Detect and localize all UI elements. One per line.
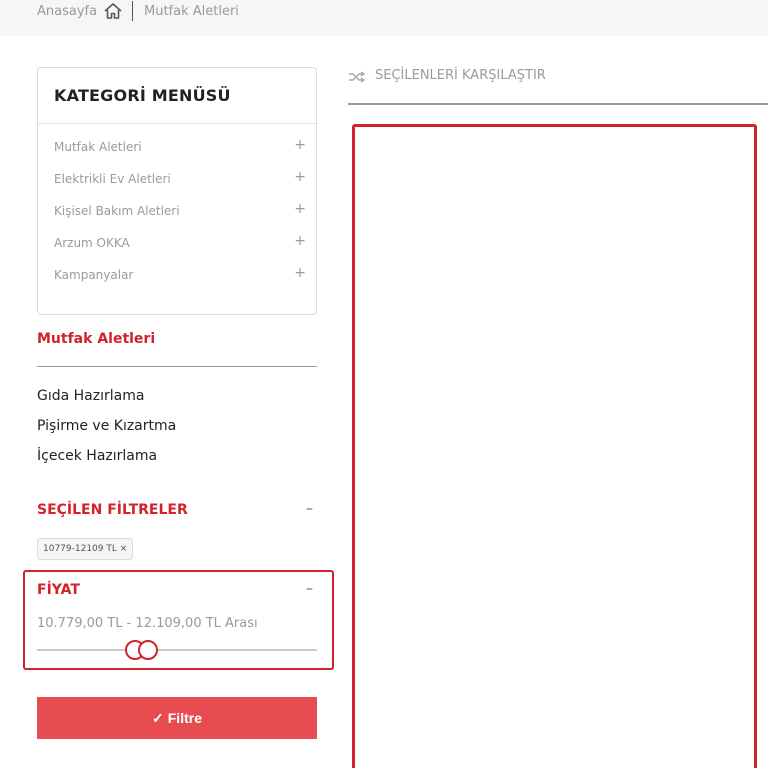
subcategory-icecek-hazirlama[interactable]: İçecek Hazırlama bbox=[37, 448, 157, 464]
shuffle-compare-icon[interactable] bbox=[348, 71, 366, 83]
subcategory-gida-hazirlama[interactable]: Gıda Hazırlama bbox=[37, 388, 144, 404]
plus-icon[interactable]: + bbox=[294, 233, 306, 249]
price-slider-track[interactable] bbox=[37, 649, 317, 651]
filter-button[interactable]: ✓ Filtre bbox=[37, 697, 317, 739]
compare-selected-link[interactable]: SEÇİLENLERİ KARŞILAŞTIR bbox=[375, 68, 546, 83]
breadcrumb-home-link[interactable]: Anasayfa bbox=[37, 4, 97, 19]
category-item-label: Kampanyalar bbox=[54, 268, 134, 282]
current-category-title: Mutfak Aletleri bbox=[37, 331, 156, 347]
home-icon[interactable] bbox=[103, 2, 123, 20]
minus-icon[interactable]: – bbox=[306, 581, 313, 597]
category-item-label: Arzum OKKA bbox=[54, 236, 130, 250]
category-item-label: Elektrikli Ev Aletleri bbox=[54, 172, 171, 186]
category-item-arzum-okka[interactable]: Arzum OKKA + bbox=[54, 233, 306, 254]
category-item-elektrikli-ev-aletleri[interactable]: Elektrikli Ev Aletleri + bbox=[54, 169, 306, 190]
price-range-text: 10.779,00 TL - 12.109,00 TL Arası bbox=[37, 616, 258, 631]
category-menu-divider bbox=[38, 123, 316, 124]
plus-icon[interactable]: + bbox=[294, 137, 306, 153]
selected-filters-title: SEÇİLEN FİLTRELER bbox=[37, 502, 188, 518]
price-filter-title: FİYAT bbox=[37, 582, 80, 598]
category-item-label: Kişisel Bakım Aletleri bbox=[54, 204, 180, 218]
selected-filter-chip[interactable]: 10779-12109 TL × bbox=[37, 538, 134, 560]
category-item-mutfak-aletleri[interactable]: Mutfak Aletleri + bbox=[54, 137, 306, 158]
product-list-area bbox=[352, 124, 757, 768]
check-icon: ✓ bbox=[152, 709, 164, 726]
subcategory-pisirme-ve-kizartma[interactable]: Pişirme ve Kızartma bbox=[37, 418, 176, 434]
price-slider-max-handle[interactable] bbox=[138, 640, 158, 660]
plus-icon[interactable]: + bbox=[294, 169, 306, 185]
breadcrumb-bar: Anasayfa Mutfak Aletleri bbox=[0, 0, 768, 36]
breadcrumb-current: Mutfak Aletleri bbox=[144, 4, 239, 19]
category-item-kisisel-bakim-aletleri[interactable]: Kişisel Bakım Aletleri + bbox=[54, 201, 306, 222]
section-divider bbox=[37, 366, 317, 367]
plus-icon[interactable]: + bbox=[294, 201, 306, 217]
compare-divider bbox=[348, 103, 768, 105]
category-item-label: Mutfak Aletleri bbox=[54, 140, 142, 154]
plus-icon[interactable]: + bbox=[294, 265, 306, 281]
filter-button-label: Filtre bbox=[167, 710, 202, 726]
category-menu: KATEGORİ MENÜSÜ Mutfak Aletleri + Elektr… bbox=[37, 67, 317, 315]
category-item-kampanyalar[interactable]: Kampanyalar + bbox=[54, 265, 306, 286]
minus-icon[interactable]: – bbox=[306, 501, 313, 517]
category-menu-title: KATEGORİ MENÜSÜ bbox=[54, 86, 231, 105]
breadcrumb-separator bbox=[132, 1, 133, 21]
